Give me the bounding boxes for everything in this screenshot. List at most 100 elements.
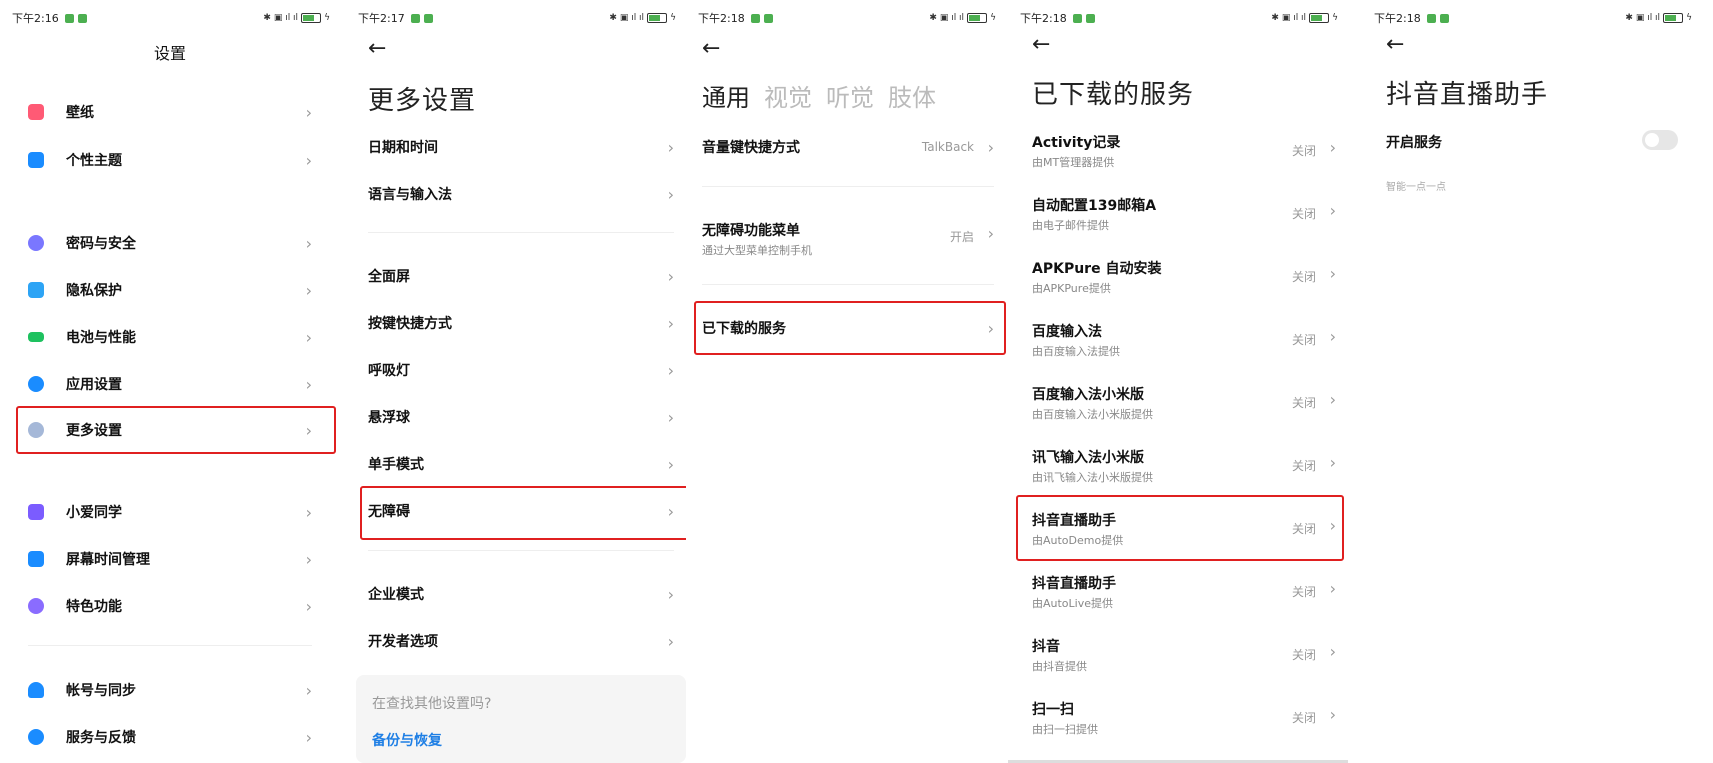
list-item-notification-light[interactable]: 呼吸灯 › bbox=[368, 360, 674, 380]
highlight-box bbox=[694, 301, 1006, 355]
hint-text: 在查找其他设置吗? bbox=[372, 696, 492, 712]
chevron-right-icon: › bbox=[305, 596, 312, 616]
settings-item-label: 应用设置 bbox=[66, 377, 122, 393]
service-provider: 由扫一扫提供 bbox=[1032, 723, 1098, 736]
status-time: 下午2:16 bbox=[12, 12, 59, 25]
notification-icon bbox=[77, 13, 87, 23]
list-item-one-hand[interactable]: 单手模式 › bbox=[368, 454, 674, 474]
settings-item-privacy[interactable]: 隐私保护 › bbox=[28, 280, 312, 300]
service-name: 自动配置139邮箱A bbox=[1032, 198, 1157, 214]
status-time: 下午2:17 bbox=[358, 12, 405, 25]
highlight-box bbox=[16, 406, 336, 454]
list-item-datetime[interactable]: 日期和时间 › bbox=[368, 137, 674, 157]
screen-time-icon bbox=[28, 551, 44, 567]
status-icons: ✱ ▣ ıl ıl ϟ bbox=[1625, 13, 1692, 23]
service-name: 扫一扫 bbox=[1032, 702, 1074, 718]
service-item[interactable]: APKPure 自动安装 由APKPure提供 关闭 › bbox=[1032, 258, 1336, 296]
status-icons: ✱ ▣ ıl ıl ϟ bbox=[929, 13, 996, 23]
chevron-right-icon: › bbox=[667, 631, 674, 651]
back-arrow-icon[interactable]: ← bbox=[702, 36, 720, 61]
settings-item-theme[interactable]: 个性主题 › bbox=[28, 150, 312, 170]
battery-icon bbox=[28, 332, 44, 342]
settings-item-label: 屏幕时间管理 bbox=[66, 552, 150, 568]
list-item-volume-shortcut[interactable]: 音量键快捷方式 TalkBack › bbox=[702, 137, 994, 157]
divider bbox=[368, 550, 674, 551]
settings-item-security[interactable]: 密码与安全 › bbox=[28, 233, 312, 253]
settings-item-wallpaper[interactable]: 壁纸 › bbox=[28, 102, 312, 122]
service-item[interactable]: 抖音 由抖音提供 关闭 › bbox=[1032, 636, 1336, 674]
service-item[interactable]: 百度输入法小米版 由百度输入法小米版提供 关闭 › bbox=[1032, 384, 1336, 422]
page-title: 已下载的服务 bbox=[1032, 80, 1195, 110]
tab-vision[interactable]: 视觉 bbox=[764, 78, 812, 113]
status-time: 下午2:18 bbox=[1374, 12, 1421, 25]
chevron-right-icon: › bbox=[667, 407, 674, 427]
settings-item-screen-time[interactable]: 屏幕时间管理 › bbox=[28, 549, 312, 569]
service-name: 百度输入法 bbox=[1032, 324, 1102, 340]
service-description: 智能一点一点 bbox=[1386, 182, 1446, 193]
enable-service-label: 开启服务 bbox=[1386, 135, 1442, 151]
tab-hearing[interactable]: 听觉 bbox=[826, 78, 874, 113]
settings-item-feedback[interactable]: 服务与反馈 › bbox=[28, 727, 312, 747]
list-item-fullscreen[interactable]: 全面屏 › bbox=[368, 266, 674, 286]
settings-item-xiaoai[interactable]: 小爱同学 › bbox=[28, 502, 312, 522]
back-arrow-icon[interactable]: ← bbox=[368, 36, 386, 61]
list-item-accessibility-menu[interactable]: 无障碍功能菜单 通过大型菜单控制手机 开启 › bbox=[702, 220, 994, 258]
back-arrow-icon[interactable]: ← bbox=[1032, 32, 1050, 57]
tab-physical[interactable]: 肢体 bbox=[888, 78, 936, 113]
panel-downloaded-services: 下午2:18 ✱ ▣ ıl ıl ϟ ← 已下载的服务 Activity记录 由… bbox=[1008, 0, 1348, 763]
fingerprint-icon bbox=[28, 235, 44, 251]
service-item[interactable]: 百度输入法 由百度输入法提供 关闭 › bbox=[1032, 321, 1336, 359]
privacy-shield-icon bbox=[28, 282, 44, 298]
service-item[interactable]: 讯飞输入法小米版 由讯飞输入法小米版提供 关闭 › bbox=[1032, 447, 1336, 485]
settings-item-features[interactable]: 特色功能 › bbox=[28, 596, 312, 616]
service-name: APKPure 自动安装 bbox=[1032, 261, 1162, 277]
service-provider: 由APKPure提供 bbox=[1032, 282, 1111, 295]
chevron-right-icon: › bbox=[667, 313, 674, 333]
enable-service-row[interactable]: 开启服务 bbox=[1386, 132, 1678, 152]
list-item-developer[interactable]: 开发者选项 › bbox=[368, 631, 674, 651]
service-provider: 由AutoLive提供 bbox=[1032, 597, 1114, 610]
list-item-enterprise[interactable]: 企业模式 › bbox=[368, 584, 674, 604]
chevron-right-icon: › bbox=[1329, 453, 1336, 472]
chevron-right-icon: › bbox=[1329, 579, 1336, 598]
tab-bar: 通用 视觉 听觉 肢体 bbox=[702, 78, 936, 113]
backup-restore-link[interactable]: 备份与恢复 bbox=[372, 730, 442, 750]
chevron-right-icon: › bbox=[1329, 705, 1336, 724]
tab-general[interactable]: 通用 bbox=[702, 78, 750, 113]
service-status: 关闭 bbox=[1291, 207, 1316, 221]
notification-icon bbox=[1072, 13, 1082, 23]
service-item[interactable]: 扫一扫 由扫一扫提供 关闭 › bbox=[1032, 699, 1336, 737]
service-item[interactable]: 抖音直播助手 由AutoLive提供 关闭 › bbox=[1032, 573, 1336, 611]
settings-item-apps[interactable]: 应用设置 › bbox=[28, 374, 312, 394]
list-item-floating-ball[interactable]: 悬浮球 › bbox=[368, 407, 674, 427]
enable-service-toggle[interactable] bbox=[1642, 130, 1678, 150]
divider bbox=[28, 645, 312, 646]
divider bbox=[702, 186, 994, 187]
notification-icon bbox=[763, 13, 773, 23]
chevron-right-icon: › bbox=[1329, 264, 1336, 283]
hint-box: 在查找其他设置吗? 备份与恢复 bbox=[356, 675, 686, 763]
chevron-right-icon: › bbox=[305, 102, 312, 122]
status-bar: 下午2:16 ✱ ▣ ıl ıl ϟ bbox=[12, 10, 330, 26]
settings-item-label: 隐私保护 bbox=[66, 283, 122, 299]
divider bbox=[368, 232, 674, 233]
service-status: 关闭 bbox=[1291, 333, 1316, 347]
service-item[interactable]: Activity记录 由MT管理器提供 关闭 › bbox=[1032, 132, 1336, 170]
settings-item-label: 个性主题 bbox=[66, 153, 122, 169]
notification-icon bbox=[1085, 13, 1095, 23]
divider bbox=[702, 284, 994, 285]
service-provider: 由百度输入法小米版提供 bbox=[1032, 408, 1153, 421]
highlight-box bbox=[360, 486, 686, 540]
service-status: 关闭 bbox=[1291, 648, 1316, 662]
back-arrow-icon[interactable]: ← bbox=[1386, 32, 1404, 57]
service-status: 关闭 bbox=[1291, 459, 1316, 473]
list-item-shortcuts[interactable]: 按键快捷方式 › bbox=[368, 313, 674, 333]
highlight-box bbox=[1016, 495, 1344, 561]
service-item[interactable]: 自动配置139邮箱A 由电子邮件提供 关闭 › bbox=[1032, 195, 1336, 233]
service-status: 关闭 bbox=[1291, 396, 1316, 410]
panel-more-settings: 下午2:17 ✱ ▣ ıl ıl ϟ ← 更多设置 日期和时间 › 语言与输入法 ›… bbox=[346, 0, 686, 763]
battery-icon bbox=[967, 13, 988, 23]
settings-item-account[interactable]: 帐号与同步 › bbox=[28, 680, 312, 700]
list-item-language[interactable]: 语言与输入法 › bbox=[368, 184, 674, 204]
settings-item-battery[interactable]: 电池与性能 › bbox=[28, 327, 312, 347]
